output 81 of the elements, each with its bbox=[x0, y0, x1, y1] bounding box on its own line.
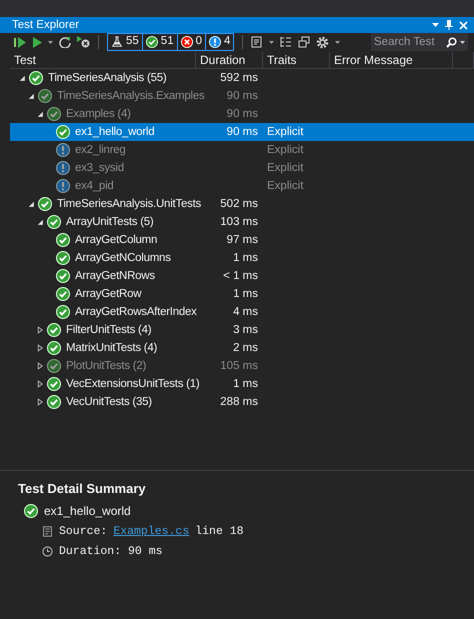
collapsed-arrow-icon[interactable] bbox=[36, 344, 44, 352]
test-name: TimeSeriesAnalysis.Examples bbox=[57, 89, 204, 104]
column-header[interactable]: Error Message bbox=[330, 52, 453, 69]
traits-cell-text: Explicit bbox=[266, 143, 304, 158]
duration-cell-text: 1 ms bbox=[232, 287, 259, 302]
expanded-arrow-icon[interactable] bbox=[18, 74, 26, 82]
count-filter[interactable]: 0 bbox=[176, 33, 206, 51]
line-number: line 18 bbox=[195, 524, 244, 540]
duration-cell-text: 592 ms bbox=[219, 71, 259, 86]
test-name: ArrayGetNColumns bbox=[75, 251, 171, 266]
test-name: ex4_pid bbox=[75, 179, 114, 194]
expanded-arrow-icon[interactable] bbox=[36, 218, 44, 226]
run-all-icon[interactable] bbox=[14, 36, 26, 48]
count-filter[interactable]: 55 bbox=[107, 33, 143, 51]
document-icon bbox=[42, 526, 53, 537]
caret-icon[interactable] bbox=[269, 40, 274, 44]
play-icon[interactable] bbox=[32, 36, 42, 48]
test-name: ArrayGetColumn bbox=[75, 233, 158, 248]
duration-cell-text: 105 ms bbox=[219, 359, 259, 374]
column-header[interactable]: Test bbox=[10, 52, 196, 69]
search-box[interactable]: Search Test bbox=[371, 33, 468, 51]
collapsed-arrow-icon[interactable] bbox=[36, 326, 44, 334]
pin-icon[interactable] bbox=[445, 20, 453, 30]
duration-cell-text: 90 ms bbox=[226, 125, 259, 140]
test-name: PlotUnitTests (2) bbox=[66, 359, 146, 374]
test-name: ex3_sysid bbox=[75, 161, 124, 176]
test-name: VecUnitTests (35) bbox=[66, 395, 152, 410]
collapsed-arrow-icon[interactable] bbox=[36, 398, 44, 406]
test-name: VecExtensionsUnitTests (1) bbox=[66, 377, 200, 392]
duration-cell-text: 2 ms bbox=[232, 341, 259, 356]
collapsed-arrow-icon[interactable] bbox=[36, 380, 44, 388]
test-name: Examples (4) bbox=[66, 107, 131, 122]
search-icon[interactable] bbox=[446, 36, 457, 48]
dropdown-icon[interactable] bbox=[432, 23, 439, 27]
count-filter[interactable]: 4 bbox=[205, 33, 234, 51]
settings-icon[interactable] bbox=[316, 36, 330, 48]
test-name: ArrayGetRowsAfterIndex bbox=[75, 305, 197, 320]
expanded-arrow-icon[interactable] bbox=[36, 110, 44, 118]
duration-cell-text: 97 ms bbox=[226, 233, 259, 248]
caret-icon[interactable] bbox=[460, 40, 465, 44]
summary-title: Test Detail Summary bbox=[18, 480, 147, 498]
clock-icon bbox=[42, 546, 53, 557]
test-name: ex2_linreg bbox=[75, 143, 126, 158]
refresh-icon[interactable] bbox=[59, 36, 71, 48]
expanded-arrow-icon[interactable] bbox=[27, 200, 35, 208]
collapsed-arrow-icon[interactable] bbox=[36, 362, 44, 370]
test-name: ArrayGetNRows bbox=[75, 269, 155, 284]
source-link[interactable]: Examples.cs bbox=[113, 522, 190, 540]
caret-icon[interactable] bbox=[335, 40, 340, 44]
duration-text: Duration: 90 ms bbox=[59, 544, 163, 560]
test-name: ex1_hello_world bbox=[75, 125, 154, 140]
traits-cell-text: Explicit bbox=[266, 125, 304, 140]
caret-icon[interactable] bbox=[48, 40, 53, 44]
hierarchy-icon[interactable] bbox=[280, 36, 292, 48]
expanded-arrow-icon[interactable] bbox=[27, 92, 35, 100]
traits-cell-text: Explicit bbox=[266, 179, 304, 194]
duration-cell-text: 3 ms bbox=[232, 323, 259, 338]
column-header[interactable]: Traits bbox=[263, 52, 330, 69]
test-name: TimeSeriesAnalysis.UnitTests bbox=[57, 197, 202, 212]
test-name: ex1_hello_world bbox=[44, 502, 131, 520]
traits-cell-text: Explicit bbox=[266, 161, 304, 176]
duration-cell-text: 288 ms bbox=[219, 395, 259, 410]
duration-cell-text: 1 ms bbox=[232, 251, 259, 266]
test-name: TimeSeriesAnalysis (55) bbox=[48, 71, 166, 86]
duration-cell-text: 90 ms bbox=[226, 107, 259, 122]
window-title: Test Explorer bbox=[12, 18, 80, 33]
count-filter[interactable]: 51 bbox=[142, 33, 178, 51]
column-header[interactable]: Duration bbox=[196, 52, 263, 69]
cancel-run-icon[interactable] bbox=[77, 36, 90, 48]
duration-cell-text: 4 ms bbox=[232, 305, 259, 320]
duration-cell-text: 103 ms bbox=[219, 215, 259, 230]
source-label: Source: bbox=[59, 524, 108, 540]
selected-row[interactable]: ex1_hello_world 90 ms Explicit bbox=[10, 123, 474, 141]
test-name: MatrixUnitTests (4) bbox=[66, 341, 158, 356]
test-name: ArrayGetRow bbox=[75, 287, 142, 302]
test-name: ArrayUnitTests (5) bbox=[66, 215, 154, 230]
windows-icon[interactable] bbox=[298, 36, 310, 48]
playlist-icon[interactable] bbox=[251, 36, 264, 48]
close-icon[interactable] bbox=[459, 20, 468, 30]
duration-cell-text: < 1 ms bbox=[222, 269, 259, 284]
test-name: FilterUnitTests (4) bbox=[66, 323, 152, 338]
